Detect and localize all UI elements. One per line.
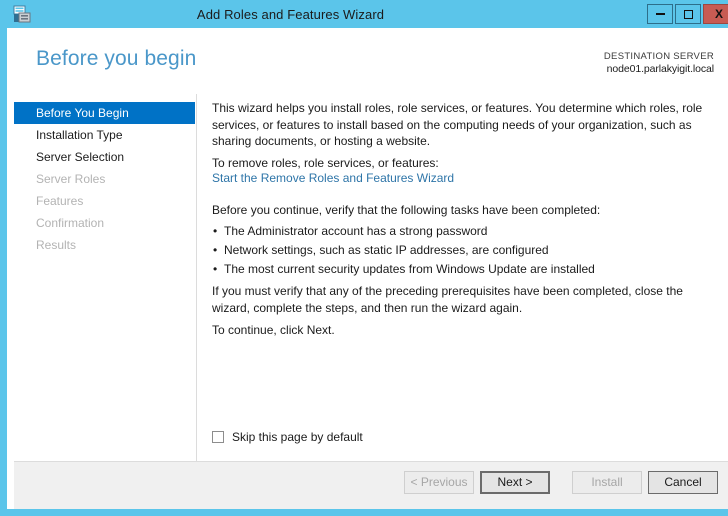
wizard-body: Before You Begin Installation Type Serve… bbox=[14, 94, 728, 461]
previous-button: < Previous bbox=[404, 471, 474, 494]
close-button[interactable]: X bbox=[703, 4, 728, 24]
sidebar-item-server-roles: Server Roles bbox=[36, 172, 106, 186]
intro-paragraph: This wizard helps you install roles, rol… bbox=[212, 101, 703, 148]
sidebar-item-installation-type[interactable]: Installation Type bbox=[14, 124, 196, 146]
list-item: Network settings, such as static IP addr… bbox=[212, 241, 712, 260]
continue-note: To continue, click Next. bbox=[212, 323, 335, 337]
wizard-step-nav: Before You Begin Installation Type Serve… bbox=[14, 94, 197, 461]
wizard-content: This wizard helps you install roles, rol… bbox=[198, 94, 728, 461]
next-button[interactable]: Next > bbox=[480, 471, 550, 494]
maximize-icon bbox=[683, 9, 693, 19]
verify-tasks-label: Before you continue, verify that the fol… bbox=[212, 203, 601, 217]
sidebar-item-server-selection[interactable]: Server Selection bbox=[14, 146, 196, 168]
close-icon: X bbox=[714, 7, 723, 21]
list-item: The Administrator account has a strong p… bbox=[212, 222, 712, 241]
destination-server-block: DESTINATION SERVER node01.parlakyigit.lo… bbox=[604, 50, 714, 76]
window-title: Add Roles and Features Wizard bbox=[196, 6, 385, 22]
install-button: Install bbox=[572, 471, 642, 494]
sidebar-item-before-you-begin[interactable]: Before You Begin bbox=[14, 102, 195, 124]
skip-page-label: Skip this page by default bbox=[232, 430, 363, 444]
destination-server-value: node01.parlakyigit.local bbox=[606, 63, 714, 75]
skip-page-row[interactable]: Skip this page by default bbox=[212, 430, 363, 444]
close-wizard-note: If you must verify that any of the prece… bbox=[212, 284, 683, 315]
remove-roles-wizard-link[interactable]: Start the Remove Roles and Features Wiza… bbox=[212, 171, 454, 185]
sidebar-item-confirmation: Confirmation bbox=[36, 216, 105, 230]
sidebar-item-features: Features bbox=[36, 194, 84, 208]
skip-page-checkbox[interactable] bbox=[212, 431, 224, 443]
server-manager-icon bbox=[12, 4, 32, 24]
wizard-footer: < Previous Next > Install Cancel bbox=[14, 461, 728, 509]
footer-button-group: < Previous Next > Install Cancel bbox=[404, 471, 718, 494]
minimize-button[interactable] bbox=[647, 4, 673, 24]
remove-instruction-label: To remove roles, role services, or featu… bbox=[212, 156, 439, 170]
window-titlebar[interactable]: Add Roles and Features Wizard X bbox=[7, 0, 728, 28]
minimize-icon bbox=[655, 13, 665, 15]
cancel-button[interactable]: Cancel bbox=[648, 471, 718, 494]
maximize-button[interactable] bbox=[675, 4, 701, 24]
page-title: Before you begin bbox=[36, 47, 197, 70]
list-item: The most current security updates from W… bbox=[212, 260, 712, 279]
wizard-header: Before you begin DESTINATION SERVER node… bbox=[14, 28, 728, 94]
destination-server-label: DESTINATION SERVER bbox=[603, 51, 714, 62]
wizard-window: Add Roles and Features Wizard X Before y… bbox=[0, 0, 728, 516]
sidebar-item-results: Results bbox=[36, 238, 77, 252]
prerequisite-list: The Administrator account has a strong p… bbox=[212, 222, 712, 279]
